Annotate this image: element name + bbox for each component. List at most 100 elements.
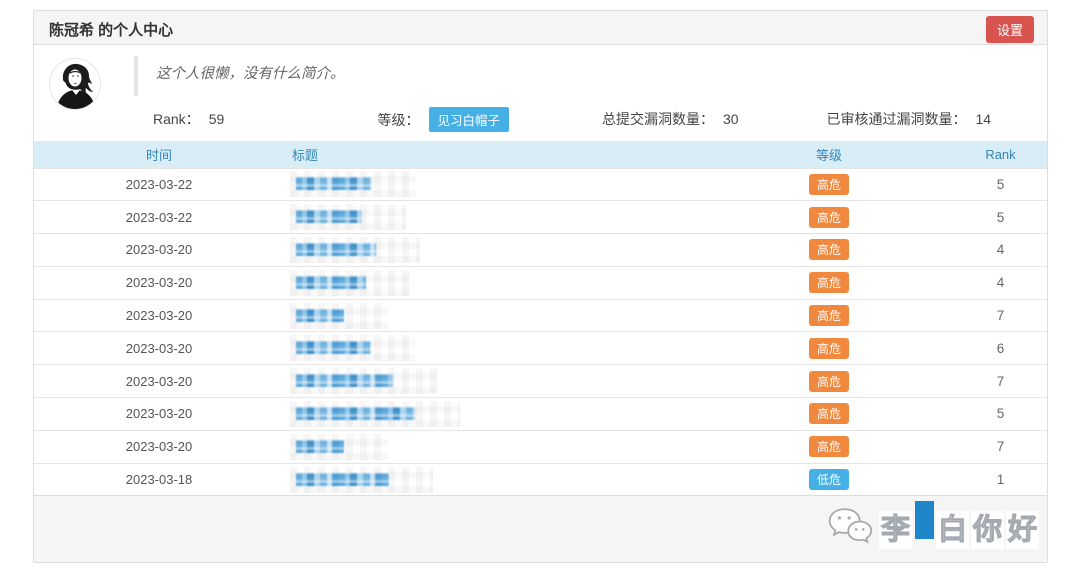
cell-rank: 5	[954, 167, 1047, 201]
stat-level-label: 等级：	[377, 111, 420, 128]
redacted-title-mosaic	[296, 472, 389, 486]
severity-badge-high: 高危	[808, 272, 849, 294]
cell-rank: 1	[954, 462, 1047, 496]
cell-title	[284, 298, 704, 332]
redacted-title-mosaic	[296, 275, 366, 289]
profile-summary: 这个人很懒，没有什么简介。 Rank： 59 等级： 见习白帽子 总提交漏洞数量： 3…	[34, 45, 1047, 141]
cell-rank: 5	[954, 200, 1047, 234]
panel-footer: 李白你好	[34, 495, 1047, 562]
watermark-char: 好	[1006, 511, 1039, 549]
cell-title	[284, 331, 704, 365]
cell-severity: 高危	[704, 429, 954, 464]
table-header-row: 时间 标题 等级 Rank	[34, 141, 1047, 168]
vulnerability-title-redacted[interactable]	[290, 368, 437, 394]
vulnerability-title-redacted[interactable]	[290, 237, 420, 263]
cell-date: 2023-03-20	[34, 429, 284, 464]
avatar[interactable]	[49, 58, 101, 110]
severity-badge-high: 高危	[808, 206, 849, 228]
vulnerability-title-redacted[interactable]	[290, 434, 388, 460]
cell-title	[284, 200, 704, 234]
stat-approved-value: 14	[975, 111, 992, 127]
cell-title	[284, 397, 704, 431]
table-row: 2023-03-20 高危 7	[34, 298, 1047, 332]
cell-date: 2023-03-20	[34, 265, 284, 300]
column-header-title: 标题	[284, 141, 704, 168]
wechat-icon	[828, 508, 873, 544]
cell-date: 2023-03-20	[34, 364, 284, 398]
stat-total-value: 30	[723, 111, 739, 127]
column-header-severity: 等级	[704, 141, 954, 168]
watermark-highlight-block	[915, 501, 934, 539]
cell-date: 2023-03-20	[34, 233, 284, 267]
vulnerability-title-redacted[interactable]	[290, 467, 433, 493]
cell-date: 2023-03-22	[34, 200, 284, 234]
redacted-title-mosaic	[296, 341, 371, 355]
cell-date: 2023-03-18	[34, 462, 284, 496]
cell-rank: 7	[954, 298, 1047, 332]
cell-title	[284, 364, 704, 398]
table-row: 2023-03-20 高危 7	[34, 364, 1047, 398]
panel-heading: 陈冠希 的个人中心 设置	[34, 11, 1047, 45]
vulnerability-title-redacted[interactable]	[290, 335, 415, 361]
table-row: 2023-03-20 高危 4	[34, 265, 1047, 300]
table-row: 2023-03-20 高危 6	[34, 331, 1047, 365]
cell-severity: 高危	[704, 167, 954, 201]
stat-approved: 已审核通过漏洞数量： 14	[808, 109, 1033, 129]
cell-rank: 4	[954, 265, 1047, 300]
cell-rank: 5	[954, 397, 1047, 431]
stat-rank-label: Rank：	[153, 111, 200, 127]
cell-severity: 低危	[704, 462, 954, 496]
column-header-time: 时间	[34, 141, 284, 168]
cell-title	[284, 167, 704, 201]
stats-row: Rank： 59 等级： 见习白帽子 总提交漏洞数量： 30 已审核通过漏洞数量： 14	[134, 104, 1032, 134]
watermark-char: 你	[971, 511, 1004, 549]
severity-badge-low: 低危	[808, 469, 849, 491]
page-title: 陈冠希 的个人中心	[49, 22, 174, 39]
cell-severity: 高危	[704, 298, 954, 332]
cell-date: 2023-03-20	[34, 331, 284, 365]
severity-badge-high: 高危	[808, 337, 849, 359]
vulnerability-title-redacted[interactable]	[290, 171, 416, 197]
table-row: 2023-03-20 高危 4	[34, 233, 1047, 267]
cell-rank: 6	[954, 331, 1047, 365]
vulnerability-title-redacted[interactable]	[290, 303, 388, 329]
profile-panel: 陈冠希 的个人中心 设置 这个人很懒，没有什么简介。 Rank： 59 等级： …	[33, 10, 1048, 563]
avatar-sketch-image	[50, 59, 100, 109]
table-row: 2023-03-18 低危 1	[34, 462, 1047, 496]
cell-severity: 高危	[704, 200, 954, 234]
stat-level: 等级： 见习白帽子	[359, 106, 584, 132]
watermark-char: 李	[879, 511, 912, 549]
severity-badge-high: 高危	[808, 403, 849, 425]
redacted-title-mosaic	[296, 242, 376, 256]
cell-title	[284, 265, 704, 300]
profile-right: 这个人很懒，没有什么简介。 Rank： 59 等级： 见习白帽子 总提交漏洞数量： 3…	[134, 56, 1032, 134]
cell-title	[284, 462, 704, 496]
redacted-title-mosaic	[296, 177, 372, 191]
redacted-title-mosaic	[296, 374, 393, 388]
severity-badge-high: 高危	[808, 173, 849, 195]
cell-severity: 高危	[704, 364, 954, 398]
severity-badge-high: 高危	[808, 370, 849, 392]
stat-rank: Rank： 59	[134, 109, 359, 129]
column-header-rank: Rank	[954, 141, 1047, 168]
redacted-title-mosaic	[296, 210, 362, 224]
severity-badge-high: 高危	[808, 239, 849, 261]
vulnerability-title-redacted[interactable]	[290, 270, 410, 296]
cell-title	[284, 233, 704, 267]
severity-badge-high: 高危	[808, 305, 849, 327]
stat-total-label: 总提交漏洞数量：	[602, 111, 714, 127]
vulnerability-title-redacted[interactable]	[290, 401, 460, 427]
cell-date: 2023-03-20	[34, 298, 284, 332]
redacted-title-mosaic	[296, 439, 344, 453]
settings-button[interactable]: 设置	[985, 16, 1034, 43]
table-row: 2023-03-22 高危 5	[34, 167, 1047, 201]
cell-severity: 高危	[704, 265, 954, 300]
level-badge: 见习白帽子	[428, 106, 510, 132]
bio-quote: 这个人很懒，没有什么简介。	[134, 56, 1032, 96]
cell-rank: 7	[954, 429, 1047, 464]
stat-rank-value: 59	[208, 111, 225, 127]
redacted-title-mosaic	[296, 308, 344, 322]
watermark-char: 白	[936, 511, 969, 549]
cell-rank: 4	[954, 233, 1047, 267]
vulnerability-title-redacted[interactable]	[290, 204, 406, 230]
